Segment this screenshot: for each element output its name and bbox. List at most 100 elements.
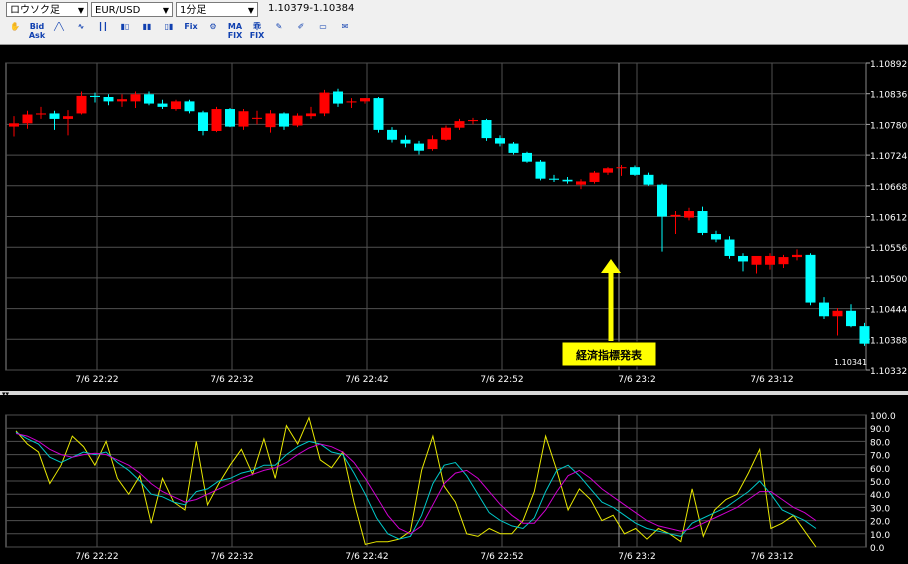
oscillator-label: 80.0 [870, 438, 890, 448]
wave-chart-icon[interactable]: ∿ [72, 22, 90, 40]
candle-body [333, 91, 343, 104]
currency-pair-select[interactable]: EUR/USD ▼ [91, 2, 173, 17]
chevron-down-icon: ▼ [162, 6, 169, 15]
candle-body [603, 168, 613, 173]
time-label: 7/6 23:12 [750, 375, 793, 385]
candle-body [589, 172, 600, 182]
candle-body [346, 101, 357, 103]
settings-fix-icon[interactable]: ⚙ [204, 22, 222, 40]
candle-body [508, 143, 519, 153]
candle-body [103, 96, 114, 102]
candle-body [792, 254, 802, 258]
time-label: 7/6 22:42 [345, 375, 388, 385]
price-label: 1.10724 [870, 152, 907, 162]
candle-body [76, 95, 87, 114]
oscillator-label: 0.0 [870, 544, 885, 554]
oscillator-label: 20.0 [870, 518, 890, 528]
candle-body [684, 211, 694, 218]
bid-ask-quote: 1.10379-1.10384 [268, 3, 355, 14]
annotation-label: 経済指標発表 [576, 348, 643, 362]
candle-body [400, 139, 411, 144]
candle-body [670, 214, 681, 217]
candle-body [414, 143, 424, 151]
price-label: 1.10332 [870, 367, 907, 377]
hand-icon[interactable]: ✋ [6, 22, 24, 40]
candle-body [454, 121, 465, 128]
candle-body [522, 152, 532, 162]
candle-body [171, 101, 181, 110]
candle-body [252, 117, 262, 119]
bid-ask-icon[interactable]: Bid Ask [28, 22, 46, 40]
candle-body [184, 101, 195, 112]
candle-body [657, 184, 667, 217]
candle-body [373, 98, 384, 130]
candle-body [535, 161, 546, 179]
candle-body [130, 94, 141, 102]
candle-body [481, 120, 492, 139]
candle-body [576, 181, 586, 185]
candle-body [724, 239, 735, 256]
candle-body [562, 179, 573, 182]
chevron-down-icon: ▼ [247, 6, 254, 15]
candle-body [643, 174, 654, 185]
candle-body [63, 116, 73, 119]
candle-body [427, 139, 438, 150]
candle-body [238, 111, 249, 127]
candle-body [441, 127, 451, 140]
candle-color-icon[interactable]: ▮▮ [138, 22, 156, 40]
oscillator-label: 10.0 [870, 531, 890, 541]
line-chart-icon[interactable]: ╱╲ [50, 22, 68, 40]
candle-body [90, 95, 100, 97]
price-label: 1.10836 [870, 91, 907, 101]
oscillator-label: 100.0 [870, 412, 896, 422]
note-icon[interactable]: ✉ [336, 22, 354, 40]
candle-body [846, 310, 856, 327]
oscillator-label: 40.0 [870, 491, 890, 501]
oscillator-label: 90.0 [870, 425, 890, 435]
price-label: 1.10556 [870, 244, 907, 254]
candle-body [832, 310, 843, 317]
candle-body [616, 167, 627, 169]
stochastic-fix-icon[interactable]: 乖 FIX [248, 22, 266, 40]
timeframe-select[interactable]: 1分足 ▼ [176, 2, 258, 17]
price-label: 1.10612 [870, 214, 907, 224]
candle-body [292, 115, 303, 126]
candle-body [211, 109, 222, 131]
bar-chart-icon[interactable]: ┃┃ [94, 22, 112, 40]
price-label: 1.10388 [870, 336, 907, 346]
candle-body [360, 98, 370, 102]
candle-alt-icon[interactable]: ▯▮ [160, 22, 178, 40]
oscillator-time-label: 7/6 22:42 [345, 552, 388, 562]
candle-body [157, 103, 168, 107]
candle-body [9, 123, 19, 127]
timeframe-value: 1分足 [180, 5, 207, 16]
candle-body [49, 113, 60, 119]
candle-body [198, 112, 208, 131]
candle-body [225, 109, 235, 127]
current-price-label: 1.10341 [834, 358, 867, 367]
oscillator-label: 60.0 [870, 465, 890, 475]
time-label: 7/6 22:52 [480, 375, 523, 385]
draw-line-icon[interactable]: ✎ [270, 22, 288, 40]
candle-body [630, 167, 640, 175]
chart-area: 1.10892 1.10836 1.10780 1.10724 1.10668 1.106… [0, 60, 908, 562]
candle-body [265, 113, 276, 128]
chart-type-select[interactable]: ロウソク足 ▼ [6, 2, 88, 17]
time-label: 7/6 22:32 [210, 375, 253, 385]
ma-fix-icon[interactable]: MA FIX [226, 22, 244, 40]
candle-body [765, 255, 775, 265]
candle-body [319, 92, 330, 114]
print-icon[interactable]: ▭ [314, 22, 332, 40]
erase-icon[interactable]: ✐ [292, 22, 310, 40]
candle-body [495, 138, 505, 144]
fix-icon[interactable]: Fix [182, 22, 200, 40]
candle-body [36, 113, 46, 115]
candlestick-icon[interactable]: ▮▯ [116, 22, 134, 40]
oscillator-time-label: 7/6 22:52 [480, 552, 523, 562]
candle-body [778, 257, 789, 265]
candle-body [751, 255, 762, 265]
candle-body [387, 129, 397, 140]
price-label: 1.10500 [870, 275, 907, 285]
time-label: 7/6 23:2 [618, 375, 656, 385]
currency-pair-value: EUR/USD [95, 5, 141, 16]
